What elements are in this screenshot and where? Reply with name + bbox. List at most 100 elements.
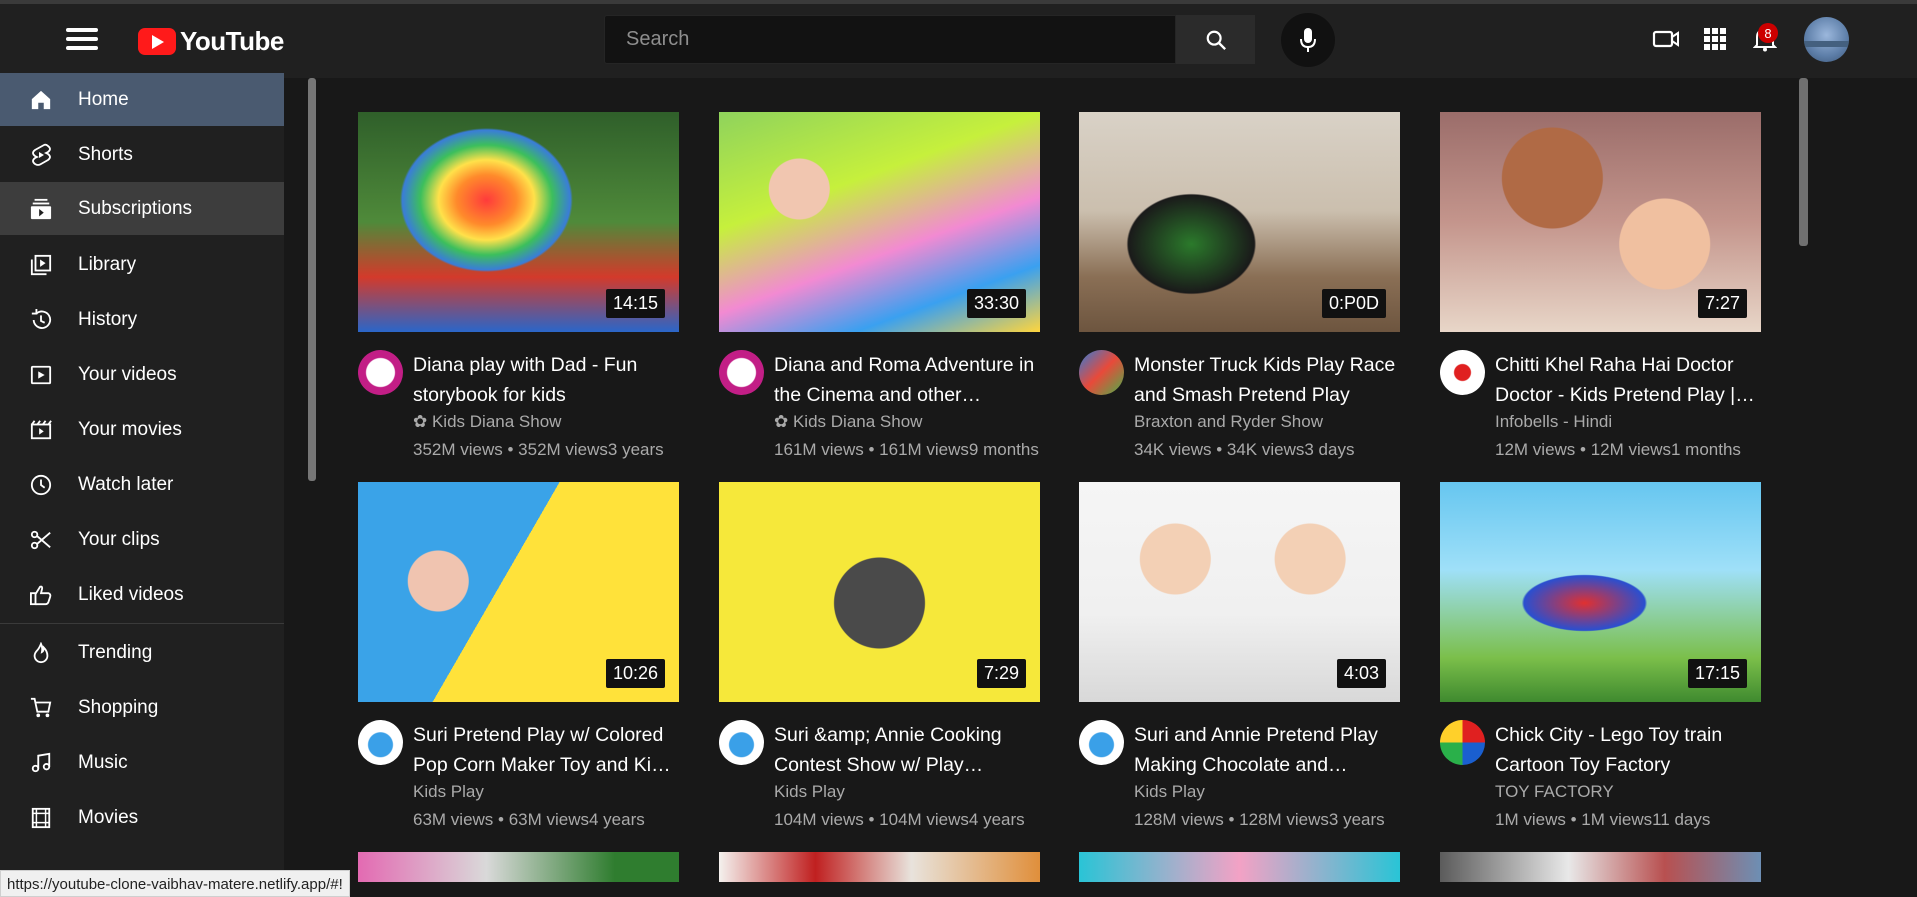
video-title-line: Chitti Khel Raha Hai Doctor	[1495, 354, 1734, 376]
channel-name[interactable]: ✿ Kids Diana Show	[774, 412, 922, 432]
voice-search-button[interactable]	[1281, 13, 1335, 67]
video-thumbnail[interactable]: 14:15	[358, 112, 679, 332]
sidebar-item-label: Library	[78, 253, 137, 275]
channel-name[interactable]: Infobells - Hindi	[1495, 412, 1612, 432]
video-title-line: Suri &amp; Annie Cooking	[774, 724, 1002, 746]
channel-name[interactable]: TOY FACTORY	[1495, 782, 1614, 802]
channel-avatar[interactable]	[719, 720, 764, 765]
video-title-line: Cartoon Toy Factory	[1495, 754, 1671, 776]
sidebar-item-label: Liked videos	[78, 583, 184, 605]
video-title[interactable]: Suri &amp; Annie Cooking Contest Show w/ …	[774, 720, 1042, 780]
video-title-line: Diana and Roma Adventure in	[774, 354, 1035, 376]
video-thumbnail[interactable]: 7:27	[1440, 112, 1761, 332]
channel-name[interactable]: Braxton and Ryder Show	[1134, 412, 1323, 432]
video-card[interactable]: 4:03 Suri and Annie Pretend Play Making Ch…	[1079, 482, 1400, 842]
shopping-cart-icon	[28, 695, 54, 721]
sidebar-item-label: Shopping	[78, 696, 159, 718]
menu-icon[interactable]	[66, 28, 98, 52]
channel-name[interactable]: Kids Play	[774, 782, 845, 802]
video-card[interactable]: 14:15 Diana play with Dad - Fun storybook …	[358, 112, 679, 472]
video-thumbnail[interactable]: 10:26	[358, 482, 679, 702]
sidebar-item-your-clips[interactable]: Your clips	[0, 513, 284, 566]
sidebar-item-your-movies[interactable]: Your movies	[0, 403, 284, 456]
channel-name[interactable]: ✿ Kids Diana Show	[413, 412, 561, 432]
status-bar-url: https://youtube-clone-vaibhav-matere.net…	[0, 870, 350, 897]
video-title-line: Chick City - Lego Toy train	[1495, 724, 1723, 746]
sidebar-item-label: Trending	[78, 641, 153, 663]
create-video-icon[interactable]	[1649, 22, 1683, 56]
video-views-meta: 161M views • 161M views9 months	[774, 440, 1039, 459]
sidebar-item-library[interactable]: Library	[0, 238, 284, 291]
channel-avatar[interactable]	[358, 720, 403, 765]
video-thumbnail[interactable]: 17:15	[1440, 482, 1761, 702]
thumbs-up-icon	[28, 582, 54, 608]
sidebar-scrollbar[interactable]	[308, 78, 316, 481]
channel-avatar[interactable]	[1079, 720, 1124, 765]
flame-icon	[28, 640, 54, 666]
video-thumbnail[interactable]: 7:29	[719, 482, 1040, 702]
watch-later-icon	[28, 472, 54, 498]
video-card[interactable]: 33:30 Diana and Roma Adventure in the Cine…	[719, 112, 1040, 472]
sidebar-item-movies[interactable]: Movies	[0, 791, 284, 844]
sidebar-item-label: Music	[78, 751, 128, 773]
video-title-line: Doctor - Kids Pretend Play |…	[1495, 384, 1755, 406]
sidebar-item-music[interactable]: Music	[0, 736, 284, 789]
channel-avatar[interactable]	[719, 350, 764, 395]
sidebar-item-trending[interactable]: Trending	[0, 626, 284, 679]
sidebar-item-watch-later[interactable]: Watch later	[0, 458, 284, 511]
youtube-logo[interactable]: YouTube	[138, 26, 284, 56]
video-card-partial[interactable]	[358, 852, 679, 882]
channel-avatar[interactable]	[1440, 350, 1485, 395]
sidebar-item-liked-videos[interactable]: Liked videos	[0, 568, 284, 621]
search-input[interactable]	[626, 28, 1175, 51]
film-icon	[28, 805, 54, 831]
video-thumbnail[interactable]: 0:P0D	[1079, 112, 1400, 332]
channel-avatar[interactable]	[1440, 720, 1485, 765]
video-title[interactable]: Suri Pretend Play w/ Colored Pop Corn Mak…	[413, 720, 681, 780]
video-title[interactable]: Chick City - Lego Toy train Cartoon Toy F…	[1495, 720, 1763, 780]
sidebar-item-subscriptions[interactable]: Subscriptions	[0, 182, 284, 235]
video-title[interactable]: Monster Truck Kids Play Race and Smash Pr…	[1134, 350, 1402, 410]
main-scrollbar[interactable]	[1799, 78, 1808, 246]
microphone-icon	[1300, 28, 1316, 52]
video-title[interactable]: Diana and Roma Adventure in the Cinema an…	[774, 350, 1042, 410]
sidebar-item-label: Shorts	[78, 143, 133, 165]
video-duration: 33:30	[966, 289, 1026, 318]
sidebar-item-label: Your clips	[78, 528, 160, 550]
sidebar-item-label: Watch later	[78, 473, 174, 495]
channel-name[interactable]: Kids Play	[413, 782, 484, 802]
sidebar-item-label: Home	[78, 88, 129, 110]
video-title[interactable]: Diana play with Dad - Fun storybook for k…	[413, 350, 681, 410]
video-title[interactable]: Chitti Khel Raha Hai Doctor Doctor - Kids…	[1495, 350, 1763, 410]
user-avatar[interactable]	[1804, 17, 1849, 62]
search-box	[604, 15, 1176, 64]
sidebar-item-your-videos[interactable]: Your videos	[0, 348, 284, 401]
video-card-partial[interactable]	[719, 852, 1040, 882]
video-card-partial[interactable]	[1079, 852, 1400, 882]
video-card[interactable]: 0:P0D Monster Truck Kids Play Race and Sma…	[1079, 112, 1400, 472]
home-icon	[28, 87, 54, 113]
apps-grid-icon[interactable]	[1698, 22, 1732, 56]
video-title-line: Making Chocolate and…	[1134, 754, 1348, 776]
sidebar-item-label: Your movies	[78, 418, 182, 440]
video-title-line: storybook for kids	[413, 384, 566, 406]
video-title[interactable]: Suri and Annie Pretend Play Making Chocol…	[1134, 720, 1402, 780]
sidebar-item-shopping[interactable]: Shopping	[0, 681, 284, 734]
video-card-partial[interactable]	[1440, 852, 1761, 882]
channel-name[interactable]: Kids Play	[1134, 782, 1205, 802]
scissors-icon	[28, 527, 54, 553]
sidebar-item-home[interactable]: Home	[0, 73, 284, 126]
video-thumbnail[interactable]: 33:30	[719, 112, 1040, 332]
video-card[interactable]: 10:26 Suri Pretend Play w/ Colored Pop Cor…	[358, 482, 681, 842]
search-button[interactable]	[1176, 15, 1255, 64]
sidebar-item-label: Your videos	[78, 363, 177, 385]
video-card[interactable]: 17:15 Chick City - Lego Toy train Cartoon …	[1440, 482, 1761, 842]
sidebar-item-shorts[interactable]: Shorts	[0, 128, 284, 181]
video-card[interactable]: 7:29 Suri &amp; Annie Cooking Contest Show…	[719, 482, 1040, 842]
video-views-meta: 34K views • 34K views3 days	[1134, 440, 1355, 459]
channel-avatar[interactable]	[1079, 350, 1124, 395]
channel-avatar[interactable]	[358, 350, 403, 395]
sidebar-item-history[interactable]: History	[0, 293, 284, 346]
video-thumbnail[interactable]: 4:03	[1079, 482, 1400, 702]
video-card[interactable]: 7:27 Chitti Khel Raha Hai Doctor Doctor - …	[1440, 112, 1761, 472]
